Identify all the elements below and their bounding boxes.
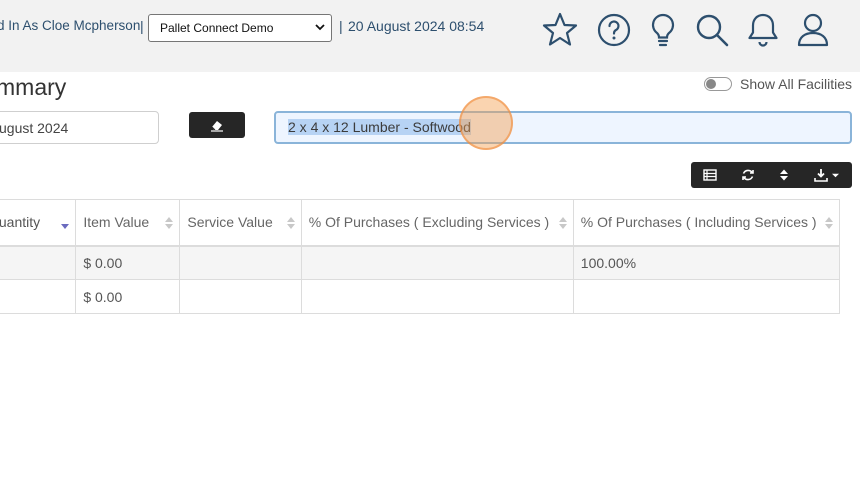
bell-icon[interactable] [743, 10, 783, 50]
date-range-value: ugust 2024 [0, 120, 69, 136]
column-header-label: Item Value [83, 214, 150, 231]
sort-icon [825, 217, 833, 229]
columns-icon [703, 169, 717, 181]
cell-pct-excl-services [300, 279, 574, 314]
toggle-knob [706, 79, 716, 89]
cell-service-value [179, 245, 302, 280]
facility-select[interactable]: Pallet Connect Demo [148, 14, 332, 42]
lightbulb-icon[interactable] [643, 10, 683, 50]
table-row: 0 $ 0.00 100.00% [0, 245, 841, 280]
column-header-quantity[interactable]: Quantity [0, 199, 77, 246]
download-button[interactable] [801, 162, 852, 188]
top-bar: d In As Cloe Mcpherson | Pallet Connect … [0, 0, 860, 72]
column-header-label: % Of Purchases ( Including Services ) [580, 214, 817, 231]
cell-quantity: 0 [0, 279, 77, 314]
cell-item-value: $ 0.00 [75, 245, 181, 280]
cell-pct-incl-services [572, 279, 841, 314]
star-icon[interactable] [540, 10, 580, 50]
sort-toggle-button[interactable] [767, 162, 801, 188]
cell-pct-excl-services [300, 245, 574, 280]
refresh-icon [742, 169, 754, 181]
cell-item-value: $ 0.00 [75, 279, 181, 314]
cell-quantity: 0 [0, 245, 77, 280]
product-search-input[interactable]: 2 x 4 x 12 Lumber - Softwood [274, 111, 852, 144]
separator: | [339, 18, 343, 34]
eraser-icon [211, 121, 223, 132]
logged-in-user-text: d In As Cloe Mcpherson [0, 18, 141, 33]
refresh-button[interactable] [729, 162, 767, 188]
product-search-value: 2 x 4 x 12 Lumber - Softwood [288, 119, 471, 135]
column-header-service-value[interactable]: Service Value [179, 199, 302, 246]
column-header-pct-excl-services[interactable]: % Of Purchases ( Excluding Services ) [300, 199, 574, 246]
sort-toggle-icon [780, 169, 788, 181]
column-header-label: % Of Purchases ( Excluding Services ) [308, 214, 550, 231]
column-header-item-value[interactable]: Item Value [75, 199, 181, 246]
toggle-switch[interactable] [704, 77, 732, 91]
cell-pct-incl-services: 100.00% [572, 245, 841, 280]
date-range-input[interactable]: ugust 2024 [0, 111, 159, 144]
show-all-facilities-label: Show All Facilities [740, 76, 853, 92]
user-icon[interactable] [793, 10, 833, 50]
cell-service-value [179, 279, 302, 314]
table-header-row: Quantity Item Value Service Value % Of P… [0, 199, 841, 246]
current-datetime: 20 August 2024 08:54 [348, 18, 485, 34]
purchases-table: Quantity Item Value Service Value % Of P… [0, 199, 841, 314]
separator: | [140, 18, 144, 34]
facility-select-value: Pallet Connect Demo [160, 21, 274, 35]
sort-icon [286, 217, 295, 229]
table-row: 0 $ 0.00 [0, 279, 841, 314]
chevron-down-icon [315, 24, 325, 31]
sort-desc-icon [61, 224, 70, 229]
page-title: mmary [0, 74, 67, 100]
column-header-label: Quantity [0, 214, 41, 231]
columns-button[interactable] [691, 162, 729, 188]
help-icon[interactable] [594, 10, 634, 50]
search-icon[interactable] [692, 10, 732, 50]
clear-filters-button[interactable] [189, 112, 245, 138]
sort-icon [558, 217, 567, 229]
table-toolbar [691, 162, 852, 188]
column-header-label: Service Value [187, 214, 273, 231]
sort-icon [165, 217, 174, 229]
download-icon [814, 169, 828, 182]
caret-down-icon [832, 173, 839, 177]
column-header-pct-incl-services[interactable]: % Of Purchases ( Including Services ) [572, 199, 841, 246]
